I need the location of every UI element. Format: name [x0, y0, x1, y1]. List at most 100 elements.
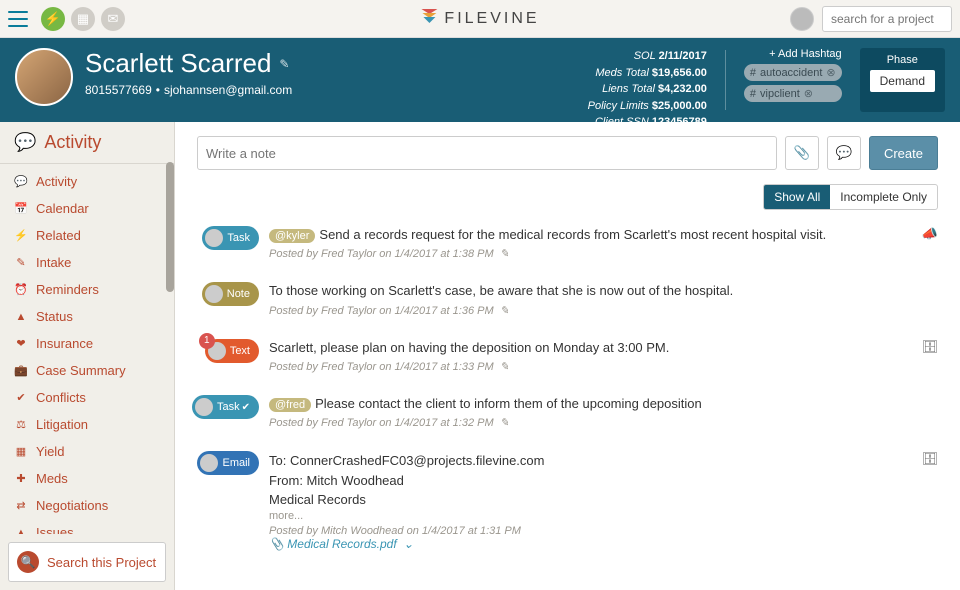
nav-label: Litigation [36, 417, 88, 432]
sidebar-item-meds[interactable]: ✚ Meds [0, 465, 174, 492]
nav-icon: ⏰ [14, 283, 28, 296]
sidebar-item-related[interactable]: ⚡ Related [0, 222, 174, 249]
hashtag-pill[interactable]: # vipclient ⊗ [744, 85, 842, 102]
feed-item: Task✔@fredPlease contact the client to i… [197, 395, 938, 429]
attachment-link[interactable]: 📎 Medical Records.pdf ⌄ [269, 537, 938, 551]
archive-icon[interactable]: 🗄 [921, 451, 938, 467]
brand-logo: FILEVINE [420, 7, 539, 30]
sidebar-item-activity[interactable]: 💬 Activity [0, 168, 174, 195]
sidebar-item-insurance[interactable]: ❤ Insurance [0, 330, 174, 357]
author-avatar [200, 454, 218, 472]
email-body: To: ConnerCrashedFC03@projects.filevine.… [269, 451, 938, 510]
create-button[interactable]: Create [869, 136, 938, 170]
sidebar-item-issues[interactable]: ▲ Issues [0, 519, 174, 534]
sidebar-item-litigation[interactable]: ⚖ Litigation [0, 411, 174, 438]
nav-icon: ⚖ [14, 418, 28, 431]
feed-item: Task @kylerSend a records request for the… [197, 226, 938, 260]
sidebar-item-conflicts[interactable]: ✔ Conflicts [0, 384, 174, 411]
feed-text: Scarlett, please plan on having the depo… [269, 339, 938, 357]
nav-label: Activity [36, 174, 77, 189]
feed-filter-toggle: Show All Incomplete Only [763, 184, 938, 210]
nav-label: Yield [36, 444, 64, 459]
announce-icon[interactable]: 📣 [922, 226, 938, 242]
add-hashtag-button[interactable]: + Add Hashtag [744, 48, 842, 60]
sidebar-item-status[interactable]: ▲ Status [0, 303, 174, 330]
feed-pill[interactable]: Note [202, 282, 259, 306]
nav-icon: ⚡ [14, 229, 28, 242]
unread-badge: 1 [199, 333, 215, 349]
feed-pill[interactable]: Task [202, 226, 259, 250]
nav-icon: ✚ [14, 472, 28, 485]
sidebar-item-negotiations[interactable]: ⇄Negotiations [0, 492, 174, 519]
phase-panel: Phase Demand [860, 48, 945, 112]
nav-icon: ✔ [14, 391, 28, 404]
nav-label: Status [36, 309, 73, 324]
remove-tag-icon[interactable]: ⊗ [804, 87, 813, 100]
nav-icon: ▲ [14, 527, 28, 535]
client-name: Scarlett Scarred✎ [85, 48, 292, 79]
author-avatar [205, 229, 223, 247]
nav-label: Meds [36, 471, 68, 486]
nav-label: Conflicts [36, 390, 86, 405]
brand-name: FILEVINE [444, 10, 539, 28]
mention-chip[interactable]: @kyler [269, 229, 315, 243]
sidebar-scrollbar[interactable] [166, 162, 174, 292]
archive-icon[interactable]: 🗄 [921, 339, 938, 355]
author-avatar [205, 285, 223, 303]
nav-icon: ✎ [14, 256, 28, 269]
nav-label: Negotiations [36, 498, 108, 513]
feed-pill[interactable]: Email [197, 451, 259, 475]
feed-meta: Posted by Fred Taylor on 1/4/2017 at 1:3… [269, 360, 938, 373]
nav-label: Reminders [36, 282, 99, 297]
feed-item: Note To those working on Scarlett's case,… [197, 282, 938, 316]
sidebar-item-calendar[interactable]: 📅 Calendar [0, 195, 174, 222]
nav-icon: 💬 [14, 175, 28, 188]
nav-icon: 💼 [14, 364, 28, 377]
client-avatar [15, 48, 73, 106]
sidebar-item-intake[interactable]: ✎Intake [0, 249, 174, 276]
hashtag-pill[interactable]: # autoaccident ⊗ [744, 64, 842, 81]
nav-icon: 📅 [14, 202, 28, 215]
feed-meta: Posted by Mitch Woodhead on 1/4/2017 at … [269, 525, 938, 537]
sidebar-item-reminders[interactable]: ⏰ Reminders [0, 276, 174, 303]
mail-icon[interactable]: ✉ [101, 7, 125, 31]
user-avatar[interactable] [790, 7, 814, 31]
filter-incomplete[interactable]: Incomplete Only [830, 185, 937, 209]
nav-label: Related [36, 228, 81, 243]
feed-pill[interactable]: Task✔ [192, 395, 259, 419]
note-input[interactable] [197, 136, 777, 170]
nav-icon: ▲ [14, 311, 28, 323]
sidebar-title: 💬Activity [0, 122, 174, 164]
sidebar-item-case-summary[interactable]: 💼 Case Summary [0, 357, 174, 384]
nav-label: Issues [36, 525, 74, 534]
case-stats: SOL 2/11/2017 Meds Total $19,656.00 Lien… [588, 48, 707, 112]
calendar-icon[interactable]: ▦ [71, 7, 95, 31]
bolt-icon[interactable]: ⚡ [41, 7, 65, 31]
phase-button[interactable]: Demand [870, 70, 935, 92]
feed-item: Email To: ConnerCrashedFC03@projects.file… [197, 451, 938, 551]
attach-button[interactable]: 📎 [785, 136, 819, 170]
global-search-input[interactable] [822, 6, 952, 32]
search-icon: 🔍 [17, 551, 39, 573]
activity-icon: 💬 [14, 132, 36, 153]
sidebar-item-yield[interactable]: ▦ Yield [0, 438, 174, 465]
nav-icon: ❤ [14, 337, 28, 350]
comment-button[interactable]: 💬 [827, 136, 861, 170]
feed-text: @kylerSend a records request for the med… [269, 226, 938, 244]
filter-show-all[interactable]: Show All [764, 185, 830, 209]
search-project-button[interactable]: 🔍 Search this Project [8, 542, 166, 582]
feed-text: To those working on Scarlett's case, be … [269, 282, 938, 300]
feed-meta: Posted by Fred Taylor on 1/4/2017 at 1:3… [269, 416, 938, 429]
remove-tag-icon[interactable]: ⊗ [826, 66, 835, 79]
more-link[interactable]: more... [269, 510, 938, 522]
phase-label: Phase [870, 54, 935, 66]
nav-icon: ▦ [14, 445, 28, 458]
nav-label: Case Summary [36, 363, 126, 378]
feed-meta: Posted by Fred Taylor on 1/4/2017 at 1:3… [269, 304, 938, 317]
nav-label: Calendar [36, 201, 89, 216]
edit-name-icon[interactable]: ✎ [279, 57, 289, 71]
nav-label: Insurance [36, 336, 93, 351]
mention-chip[interactable]: @fred [269, 398, 311, 412]
feed-item: Text1Scarlett, please plan on having the… [197, 339, 938, 373]
menu-toggle[interactable] [8, 11, 28, 27]
